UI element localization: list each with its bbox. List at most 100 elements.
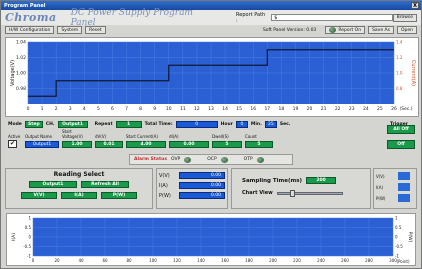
y2-tick-label: 1.4 [396, 40, 403, 45]
y2-axis-label: P(W) [407, 232, 413, 243]
di-input[interactable]: 0.00 [169, 140, 209, 148]
output-name-field[interactable]: Output1 [25, 140, 59, 148]
x-tick-label: 6 [111, 106, 114, 112]
x-tick-label: 21 [321, 106, 327, 112]
all-off-button[interactable]: All Off [387, 125, 415, 134]
repeat-label: Repeat [94, 121, 113, 127]
report-path: Report Path : $ [236, 12, 393, 24]
save-as-button[interactable]: Save As [368, 26, 394, 34]
system-button[interactable]: System [57, 26, 83, 34]
hour-input[interactable]: 0 [175, 120, 218, 128]
reading-select-panel: Reading Select Output1 Refresh All V(V) … [5, 168, 153, 209]
reset-button[interactable]: Reset [85, 26, 106, 34]
x-tick-label: 22 [335, 106, 341, 112]
active-checkbox[interactable]: ✔ [8, 140, 17, 148]
step-table-header: Active Output Name Start Voltage(V) dV(V… [5, 129, 419, 139]
browse-button[interactable]: Browse [392, 13, 417, 22]
y-tick-label: 0.98 [16, 86, 26, 92]
chart-view-label: Chart View [242, 190, 273, 196]
legend-p-swatch [398, 194, 410, 202]
col-active: Active [8, 134, 21, 139]
x-tick-label: 80 [126, 258, 132, 263]
col-dv: dV(V) [95, 134, 107, 139]
x-tick-label: 9 [153, 106, 156, 112]
readback-chart-svg: 0 20 40 60 80 100 120 140 160 180 200 220 240 260 280 3… [11, 216, 413, 265]
min-input[interactable]: 0 [235, 120, 248, 128]
chart-view-slider[interactable] [276, 189, 343, 197]
open-button[interactable]: Open [396, 26, 417, 34]
x-tick-label: 16 [250, 106, 256, 112]
count-input[interactable]: 5 [245, 140, 273, 148]
reading-i-select[interactable]: I(A) [61, 192, 97, 199]
y-tick-label: -1 [27, 254, 31, 259]
x-tick-label: 60 [102, 258, 108, 263]
x-tick-label: 40 [78, 258, 84, 263]
p-readout-label: P(W) [159, 192, 171, 199]
x-tick-label: 120 [173, 258, 181, 263]
x-axis-label: (Point) [396, 259, 409, 264]
sec-input[interactable]: 25 [264, 120, 277, 128]
voltage-current-chart: 0 1 2 3 4 5 6 7 8 9 10 11 12 13 14 15 16 17 18 19 20 21 22 23 24… [5, 37, 419, 117]
i-readout-label: I(A) [159, 182, 168, 189]
y2-axis-label: Current(A) [410, 60, 416, 86]
report-on-led-icon [329, 27, 337, 33]
dv-input[interactable]: 0.01 [95, 140, 123, 148]
repeat-input[interactable]: 1 [115, 120, 142, 128]
sampling-time-label: Sampling Time(ms) [242, 177, 303, 184]
x-tick-label: 11 [180, 106, 186, 112]
ocp-led-icon [220, 156, 228, 163]
col-output-name: Output Name [25, 134, 52, 139]
hw-config-button[interactable]: H/W Configuration [5, 26, 55, 34]
v-readout-label: V(V) [159, 172, 170, 179]
x-tick-label: 220 [293, 258, 301, 263]
sampling-time-input[interactable]: 200 [306, 177, 337, 184]
col-start-current: Start Current(A) [126, 134, 158, 139]
readback-panel: V(V) 0.00 I(A) 0.00 P(W) 0.00 [156, 168, 228, 209]
sampling-panel: Sampling Time(ms) 200 Chart View [231, 168, 371, 209]
reading-v-select[interactable]: V(V) [21, 192, 57, 199]
x-tick-label: 260 [341, 258, 349, 263]
p-readout: 0.00 [179, 192, 225, 199]
reading-select-title: Reading Select [53, 171, 105, 178]
step-table: Active Output Name Start Voltage(V) dV(V… [5, 129, 419, 151]
y-tick-label: 1 [28, 216, 31, 221]
legend-i-swatch [398, 183, 410, 191]
dwell-input[interactable]: 5 [212, 140, 242, 148]
sec-label: Sec. [279, 121, 291, 127]
legend-v-label: V(V) [376, 173, 385, 179]
report-path-input[interactable]: $ [271, 14, 393, 21]
x-tick-label: 1 [41, 106, 44, 112]
mode-select[interactable]: Step [24, 120, 43, 128]
reading-output-select[interactable]: Output1 [29, 181, 77, 188]
total-time-label: Total Time: [144, 121, 173, 127]
x-tick-label: 10 [166, 106, 172, 112]
x-tick-label: 4 [83, 106, 86, 112]
start-current-input[interactable]: 4.00 [126, 140, 166, 148]
report-on-button[interactable]: Report On [325, 26, 366, 34]
page-title: DC Power Supply Program Panel [70, 7, 193, 28]
min-label: Min. [250, 121, 262, 127]
start-voltage-input[interactable]: 1.00 [62, 140, 92, 148]
refresh-all-button[interactable]: Refresh All [81, 181, 129, 188]
col-start-voltage: Start Voltage(V) [62, 129, 83, 139]
x-tick-label: 14 [222, 106, 228, 112]
reading-p-select[interactable]: P(W) [101, 192, 137, 199]
x-tick-label: 24 [363, 106, 369, 112]
x-tick-label: 23 [349, 106, 355, 112]
x-axis-label: (Sec.) [399, 106, 412, 112]
y-tick-label: 1.04 [16, 40, 26, 46]
y-tick-label: 0 [28, 235, 31, 240]
x-tick-label: 19 [293, 106, 299, 112]
x-tick-label: 25 [377, 106, 383, 112]
y2-tick-label: 0 [395, 235, 398, 240]
x-tick-label: 0 [32, 258, 35, 263]
report-path-label: Report Path : [236, 11, 266, 24]
slider-handle[interactable] [289, 189, 295, 197]
x-tick-label: 15 [236, 106, 242, 112]
close-button[interactable]: X [411, 2, 419, 9]
channel-select[interactable]: Output1 [57, 120, 88, 128]
y2-tick-label: 1.2 [396, 55, 403, 60]
v-readout: 0.00 [179, 172, 225, 179]
off-button[interactable]: Off [387, 140, 415, 149]
x-tick-label: 0 [27, 106, 30, 112]
